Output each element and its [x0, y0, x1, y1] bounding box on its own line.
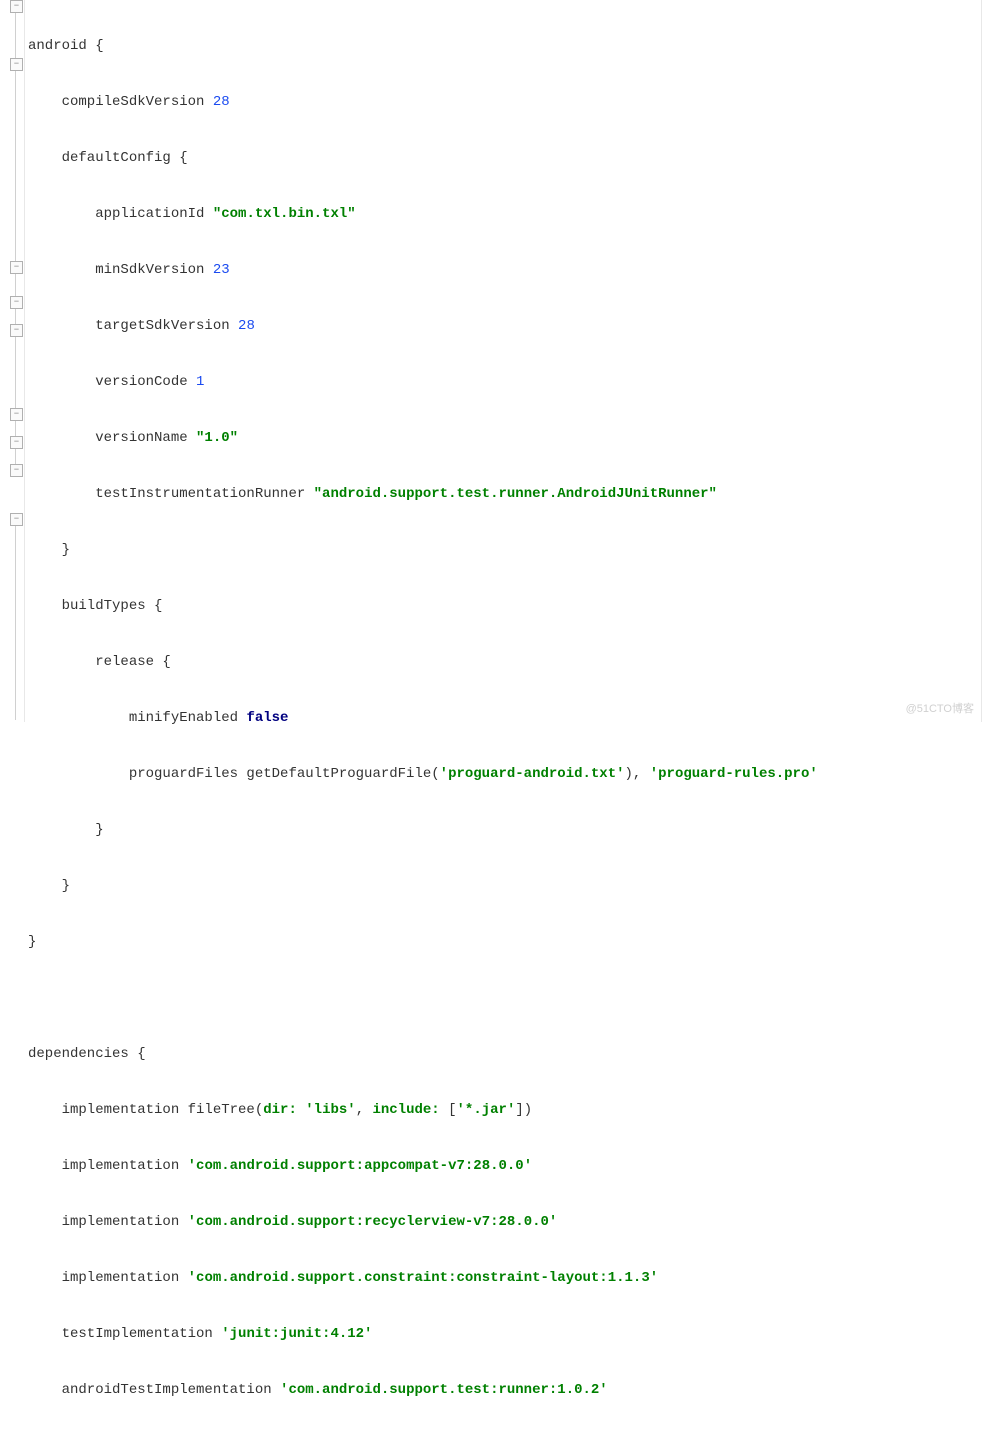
fold-toggle-icon[interactable]: − — [10, 296, 23, 309]
code-editor[interactable]: android { compileSdkVersion 28 defaultCo… — [28, 4, 978, 1432]
fold-toggle-icon[interactable]: − — [10, 58, 23, 71]
fold-toggle-icon[interactable]: − — [10, 408, 23, 421]
code-line: targetSdkVersion 28 — [28, 312, 978, 340]
code-line: android { — [28, 32, 978, 60]
code-line — [28, 984, 978, 1012]
code-line: implementation 'com.android.support:recy… — [28, 1208, 978, 1236]
editor-gutter — [0, 0, 25, 722]
code-line: applicationId "com.txl.bin.txl" — [28, 200, 978, 228]
fold-guide-line — [15, 6, 16, 466]
fold-toggle-icon[interactable]: − — [10, 464, 23, 477]
code-line: proguardFiles getDefaultProguardFile('pr… — [28, 760, 978, 788]
code-line: minSdkVersion 23 — [28, 256, 978, 284]
code-line: compileSdkVersion 28 — [28, 88, 978, 116]
code-line: defaultConfig { — [28, 144, 978, 172]
fold-toggle-icon[interactable]: − — [10, 0, 23, 13]
fold-toggle-icon[interactable]: − — [10, 261, 23, 274]
fold-toggle-icon[interactable]: − — [10, 513, 23, 526]
code-line: release { — [28, 648, 978, 676]
fold-toggle-icon[interactable]: − — [10, 324, 23, 337]
watermark: @51CTO博客 — [906, 700, 974, 716]
fold-toggle-icon[interactable]: − — [10, 436, 23, 449]
code-line: dependencies { — [28, 1040, 978, 1068]
code-line: implementation 'com.android.support:appc… — [28, 1152, 978, 1180]
code-line: versionName "1.0" — [28, 424, 978, 452]
code-line: } — [28, 872, 978, 900]
code-line: androidTestImplementation 'com.android.s… — [28, 1376, 978, 1404]
code-line: buildTypes { — [28, 592, 978, 620]
code-line: testInstrumentationRunner "android.suppo… — [28, 480, 978, 508]
code-line: } — [28, 928, 978, 956]
code-line: versionCode 1 — [28, 368, 978, 396]
code-line: implementation 'com.android.support.cons… — [28, 1264, 978, 1292]
code-line: implementation fileTree(dir: 'libs', inc… — [28, 1096, 978, 1124]
fold-guide-line — [15, 520, 16, 720]
code-line: minifyEnabled false — [28, 704, 978, 732]
code-line: testImplementation 'junit:junit:4.12' — [28, 1320, 978, 1348]
code-line: } — [28, 536, 978, 564]
code-line: } — [28, 816, 978, 844]
